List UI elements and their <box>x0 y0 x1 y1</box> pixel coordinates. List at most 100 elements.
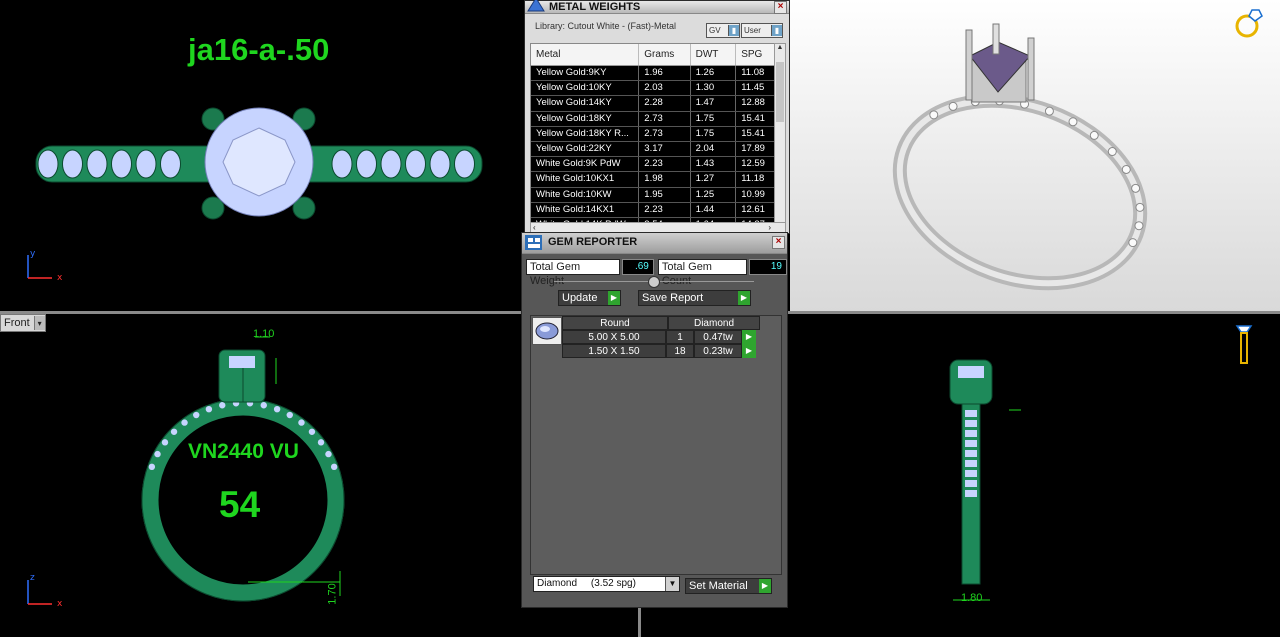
table-row[interactable]: Yellow Gold:18KY R... 2.73 1.75 15.41 <box>531 126 775 142</box>
update-button[interactable]: Update ▶ <box>558 290 621 306</box>
table-cell: 1.95 <box>639 187 691 202</box>
gem-reporter-titlebar[interactable]: GEM REPORTER × <box>522 233 787 254</box>
table-cell: 2.73 <box>639 111 691 126</box>
table-cell: 1.25 <box>691 187 737 202</box>
accent-stone <box>205 405 213 413</box>
gem-table: Round Diamond 5.00 X 5.00 1 0.47tw ▶ 1.50 X … <box>530 315 782 575</box>
scroll-thumb[interactable] <box>776 62 784 122</box>
material-select[interactable]: Diamond (3.52 spg) ▼ <box>533 576 680 592</box>
set-material-label: Set Material <box>689 580 748 592</box>
gem-count-cell: 18 <box>666 344 694 358</box>
table-cell: 1.44 <box>691 202 737 217</box>
table-row[interactable]: White Gold:10KW 1.95 1.25 10.99 <box>531 187 775 203</box>
user-toggle[interactable]: User ▮ <box>741 23 783 38</box>
gem-totals: Total Gem Weight .69 Total Gem Count 19 <box>526 259 787 287</box>
accent-stone <box>429 149 451 179</box>
play-icon: ▶ <box>738 291 750 305</box>
accent-stone <box>317 439 325 446</box>
table-row[interactable]: White Gold:9K PdW 2.23 1.43 12.59 <box>531 157 775 173</box>
table-row[interactable]: Yellow Gold:18KY 2.73 1.75 15.41 <box>531 111 775 127</box>
gem-row[interactable]: 1.50 X 1.50 18 0.23tw ▶ <box>562 344 756 358</box>
gem-reporter-logo-icon <box>525 235 542 250</box>
gv-toggle-label: GV <box>709 26 721 35</box>
scroll-right-icon[interactable]: › <box>768 223 771 232</box>
table-cell: 12.61 <box>736 202 775 217</box>
accent-stone <box>330 463 338 471</box>
accent-stone <box>1121 164 1131 174</box>
ring-view-icon[interactable] <box>1232 6 1266 40</box>
accent-stone <box>380 149 402 179</box>
save-report-button[interactable]: Save Report ▶ <box>638 290 751 306</box>
column-header[interactable]: Grams <box>639 44 691 65</box>
table-row[interactable]: Yellow Gold:9KY 1.96 1.26 11.08 <box>531 66 775 82</box>
save-report-label: Save Report <box>642 292 704 304</box>
play-icon: ▶ <box>759 579 771 593</box>
table-cell: 1.98 <box>639 172 691 187</box>
table-row[interactable]: White Gold:10KX1 1.98 1.27 11.18 <box>531 172 775 188</box>
accent-stone <box>965 430 977 437</box>
table-cell: 11.45 <box>736 81 775 96</box>
vertical-scrollbar[interactable]: ▲ <box>774 43 786 225</box>
table-cell: Yellow Gold:22KY <box>531 141 640 157</box>
accent-stone <box>161 439 169 446</box>
gv-toggle[interactable]: GV ▮ <box>706 23 740 38</box>
view-selector[interactable]: Front ▾ <box>0 314 46 332</box>
gem-size-cell: 5.00 X 5.00 <box>562 330 666 344</box>
column-header[interactable]: DWT <box>691 44 737 65</box>
gem-weight-cell: 0.23tw <box>694 344 742 358</box>
accent-stone <box>965 490 977 497</box>
gem-size-cell: 1.50 X 1.50 <box>562 344 666 358</box>
set-material-button[interactable]: Set Material ▶ <box>685 578 772 594</box>
table-cell: Yellow Gold:14KY <box>531 96 640 111</box>
play-icon: ▶ <box>608 291 620 305</box>
perspective-canvas <box>892 23 1148 291</box>
table-cell: White Gold:10KX1 <box>531 172 640 187</box>
table-cell: White Gold:14KX1 <box>531 202 640 217</box>
metal-weights-panel[interactable]: METAL WEIGHTS × Library: Cutout White - … <box>524 0 790 234</box>
band-dimension: 1.70 <box>326 583 339 605</box>
table-cell: Yellow Gold:9KY <box>531 66 640 81</box>
side-view-icon[interactable] <box>1234 322 1254 372</box>
gem-row-select-icon[interactable]: ▶ <box>742 330 756 344</box>
accent-stone <box>219 402 226 409</box>
accent-stone <box>1131 183 1141 193</box>
table-row[interactable]: Yellow Gold:22KY 3.17 2.04 17.89 <box>531 141 775 158</box>
round-gem-icon[interactable] <box>532 317 562 345</box>
column-header[interactable]: Metal <box>531 44 640 65</box>
panel-title: GEM REPORTER <box>548 236 638 248</box>
gem-reporter-panel[interactable]: GEM REPORTER × Total Gem Weight .69 Tota… <box>521 232 788 608</box>
table-cell: 1.47 <box>691 96 737 111</box>
close-icon[interactable]: × <box>772 236 785 249</box>
metal-weights-titlebar[interactable]: METAL WEIGHTS × <box>525 0 789 14</box>
splitter-handle[interactable] <box>648 276 660 288</box>
column-header[interactable]: SPG <box>736 44 775 65</box>
gem-row[interactable]: 5.00 X 5.00 1 0.47tw ▶ <box>562 330 756 344</box>
table-cell: 10.99 <box>736 187 775 202</box>
scroll-up-icon[interactable]: ▲ <box>775 44 785 51</box>
scroll-left-icon[interactable]: ‹ <box>533 223 536 232</box>
table-cell: 12.59 <box>736 157 775 172</box>
library-text: Library: Cutout White - (Fast)-Metal <box>535 21 677 31</box>
accent-stone <box>170 428 178 435</box>
table-cell: 1.43 <box>691 157 737 172</box>
table-cell: 11.08 <box>736 66 775 81</box>
axis-x-label: x <box>57 599 63 609</box>
gem-row-select-icon[interactable]: ▶ <box>742 344 756 358</box>
accent-stone <box>965 470 977 477</box>
accent-stone <box>181 419 188 426</box>
table-cell: 1.75 <box>691 111 737 126</box>
table-row[interactable]: Yellow Gold:10KY 2.03 1.30 11.45 <box>531 81 775 97</box>
table-row[interactable]: White Gold:14KX1 2.23 1.44 12.61 <box>531 202 775 218</box>
table-cell: White Gold:10KW <box>531 187 640 202</box>
accent-stone <box>62 149 83 179</box>
chevron-down-icon[interactable]: ▾ <box>33 316 45 330</box>
table-row[interactable]: Yellow Gold:14KY 2.28 1.47 12.88 <box>531 96 775 112</box>
material-select-value: Diamond (3.52 spg) <box>537 578 636 589</box>
chevron-down-icon[interactable]: ▼ <box>665 577 679 591</box>
table-cell: 2.04 <box>691 141 737 157</box>
table-cell: 2.28 <box>639 96 691 111</box>
table-header: Metal Grams DWT SPG <box>531 44 775 66</box>
accent-stone <box>1128 238 1138 248</box>
close-icon[interactable]: × <box>774 1 787 14</box>
perspective-viewport[interactable] <box>790 0 1280 311</box>
